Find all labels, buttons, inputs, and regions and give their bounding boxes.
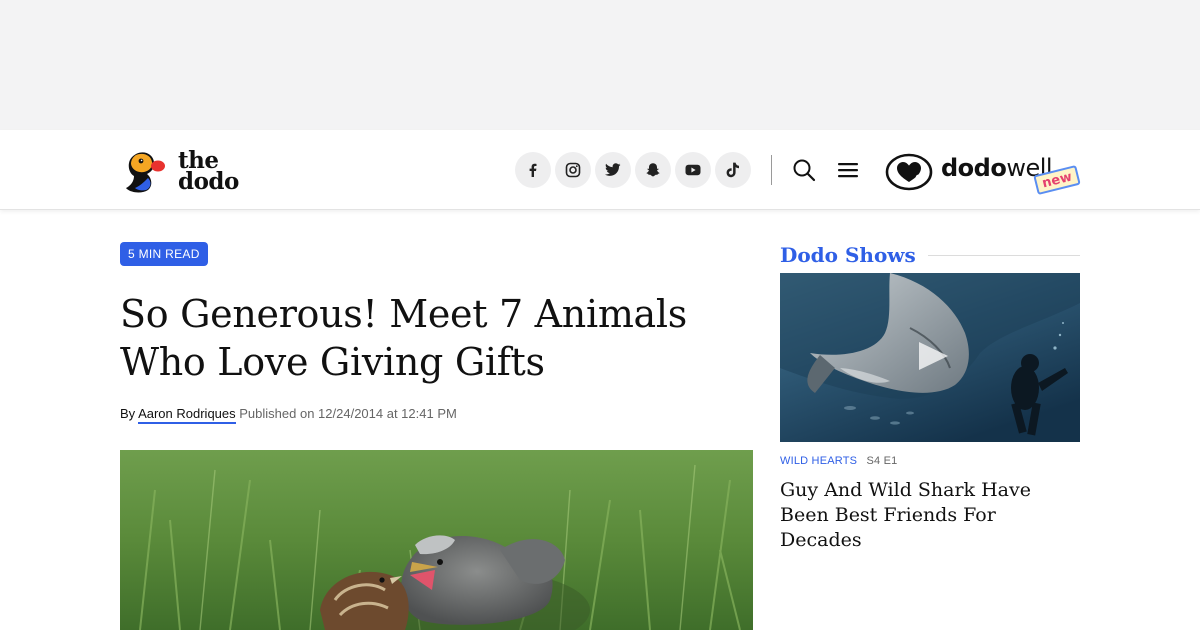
dodowell-logo[interactable]: dodowell new [885, 150, 1085, 200]
hero-image-birds [120, 450, 753, 630]
header-divider [771, 155, 772, 185]
dodowell-bold-part: dodo [941, 154, 1007, 182]
author-link[interactable]: Aaron Rodriques [138, 406, 236, 424]
article-headline: So Generous! Meet 7 Animals Who Love Giv… [120, 290, 740, 386]
twitter-icon[interactable] [595, 152, 631, 188]
dodo-shows-heading: Dodo Shows [780, 243, 916, 267]
show-meta: WILD HEARTS S4 E1 [780, 455, 897, 467]
video-thumbnail[interactable] [780, 273, 1080, 442]
tiktok-icon[interactable] [715, 152, 751, 188]
dodo-bird-icon [126, 152, 165, 193]
dodo-shows-rule [927, 254, 1080, 256]
snapchat-icon[interactable] [635, 152, 671, 188]
hamburger-menu-icon[interactable] [834, 156, 862, 184]
byline-by-label: By [120, 406, 136, 421]
social-links [515, 152, 751, 188]
ad-banner-area [0, 0, 1200, 130]
site-header: the dodo dodowell new [0, 130, 1200, 210]
headline-line-2: Who Love Giving Gifts [120, 340, 545, 384]
article-byline: By Aaron Rodriques Published on 12/24/20… [120, 406, 457, 424]
the-dodo-logo[interactable]: the dodo [122, 146, 239, 196]
video-title-link[interactable]: Guy And Wild Shark Have Been Best Friend… [780, 478, 1080, 553]
dodowell-heart-icon [885, 153, 933, 191]
show-name-link[interactable]: WILD HEARTS [780, 455, 857, 467]
youtube-icon[interactable] [675, 152, 711, 188]
instagram-icon[interactable] [555, 152, 591, 188]
facebook-icon[interactable] [515, 152, 551, 188]
dodo-shows-section-header: Dodo Shows [780, 240, 1080, 270]
search-icon[interactable] [790, 156, 818, 184]
published-date: Published on 12/24/2014 at 12:41 PM [239, 406, 457, 421]
logo-wordmark: the dodo [178, 149, 239, 195]
logo-line-dodo: dodo [178, 168, 239, 195]
headline-line-1: So Generous! Meet 7 Animals [120, 292, 687, 336]
read-time-badge: 5 MIN READ [120, 242, 208, 266]
show-episode: S4 E1 [866, 455, 898, 467]
